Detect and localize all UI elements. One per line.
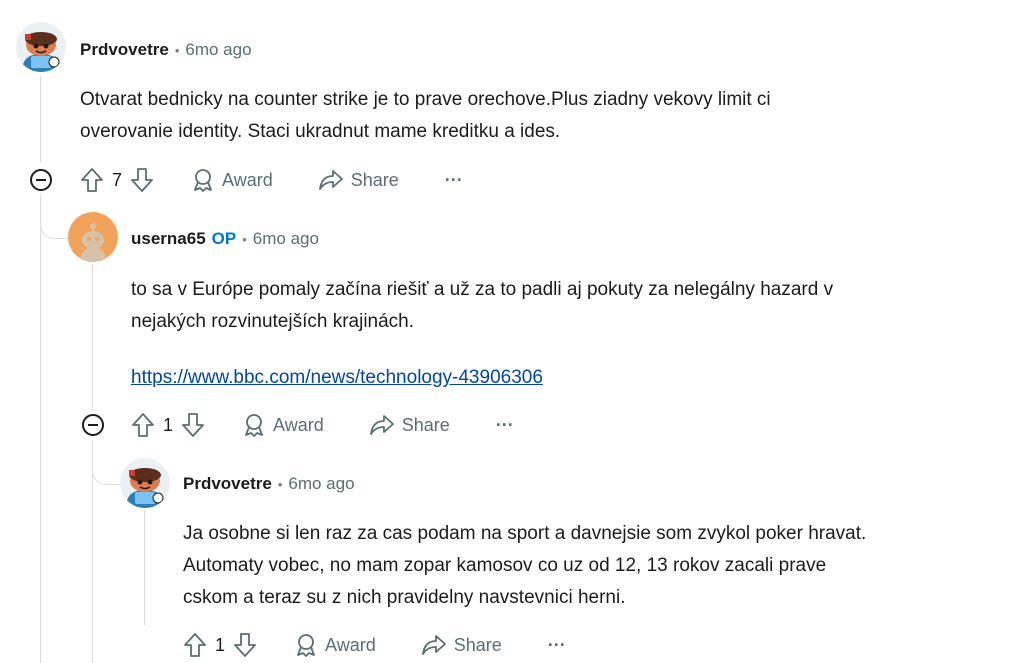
award-label: Award — [222, 169, 273, 190]
vote-count: 1 — [215, 634, 226, 655]
collapse-icon[interactable] — [28, 167, 54, 193]
author-name[interactable]: userna65 — [131, 229, 206, 249]
upvote-icon[interactable] — [183, 632, 207, 658]
comment-meta: Prdvovetre • 6mo ago — [183, 472, 355, 496]
upvote-icon[interactable] — [131, 412, 155, 438]
award-icon — [245, 414, 263, 437]
share-label: Share — [350, 169, 399, 190]
share-button[interactable]: Share — [369, 414, 450, 436]
meta-separator: • — [174, 42, 180, 58]
award-label: Award — [273, 414, 324, 435]
external-link[interactable]: https://www.bbc.com/news/technology-4390… — [131, 367, 543, 388]
more-options-button[interactable]: ··· — [496, 415, 514, 436]
share-icon — [421, 635, 446, 655]
timestamp[interactable]: 6mo ago — [185, 40, 251, 60]
comment-line: cskom a teraz su z nich pravidelny navst… — [183, 587, 626, 608]
thread-line[interactable] — [40, 76, 41, 163]
comment-line: overovanie identity. Staci ukradnut mame… — [80, 121, 561, 142]
award-icon — [194, 169, 212, 192]
thread-line[interactable] — [144, 510, 145, 625]
meta-separator: • — [242, 231, 247, 247]
award-icon — [297, 634, 315, 657]
upvote-icon[interactable] — [80, 167, 104, 193]
timestamp[interactable]: 6mo ago — [288, 474, 354, 494]
comment-body: Otvarat bednicky na counter strike je to… — [80, 84, 960, 148]
comment-meta: userna65 OP • 6mo ago — [131, 227, 319, 251]
thread-line[interactable] — [40, 194, 41, 663]
thread-line[interactable] — [92, 264, 93, 411]
share-button[interactable]: Share — [318, 169, 399, 191]
downvote-icon[interactable] — [181, 412, 205, 438]
award-label: Award — [325, 634, 376, 655]
vote-count: 7 — [112, 169, 123, 190]
author-name[interactable]: Prdvovetre — [183, 474, 272, 494]
comment-line: nejakých rozvinutejších krajinách. — [131, 311, 415, 332]
share-button[interactable]: Share — [421, 634, 502, 656]
comment-meta: Prdvovetre • 6mo ago — [80, 38, 252, 62]
share-label: Share — [401, 414, 450, 435]
comment-line: Otvarat bednicky na counter strike je to… — [80, 89, 771, 110]
author-name[interactable]: Prdvovetre — [80, 40, 169, 60]
comment-actions: 1 Award Share ··· — [131, 410, 514, 440]
comment-actions: 7 Award Share ··· — [80, 165, 463, 195]
share-icon — [318, 170, 343, 190]
comment-line: Automaty vobec, no mam zopar kamosov co … — [183, 555, 827, 576]
award-button[interactable]: Award — [243, 413, 324, 437]
op-badge: OP — [211, 229, 237, 248]
comment-actions: 1 Award Share ··· — [183, 630, 566, 660]
timestamp[interactable]: 6mo ago — [253, 229, 319, 249]
award-button[interactable]: Award — [192, 168, 273, 192]
comment-body: Ja osobne si len raz za cas podam na spo… — [183, 518, 1024, 614]
downvote-icon[interactable] — [233, 632, 257, 658]
share-icon — [369, 415, 394, 435]
award-button[interactable]: Award — [295, 633, 376, 657]
share-label: Share — [453, 634, 502, 655]
snoo-avatar[interactable] — [120, 458, 170, 508]
downvote-icon[interactable] — [130, 167, 154, 193]
comment-line: Ja osobne si len raz za cas podam na spo… — [183, 523, 867, 544]
more-options-button[interactable]: ··· — [548, 635, 566, 656]
comment-line: to sa v Európe pomaly začína riešiť a už… — [131, 279, 834, 300]
thread-elbow — [40, 194, 71, 239]
vote-count: 1 — [163, 414, 174, 435]
snoo-avatar[interactable] — [16, 22, 66, 72]
more-options-button[interactable]: ··· — [445, 170, 463, 191]
comment-body: to sa v Európe pomaly začína riešiť a už… — [131, 274, 1011, 338]
comment-link-paragraph: https://www.bbc.com/news/technology-4390… — [131, 362, 1011, 394]
meta-separator: • — [277, 476, 283, 492]
thread-elbow — [92, 440, 123, 485]
collapse-icon[interactable] — [80, 412, 106, 438]
default-snoo-avatar[interactable] — [68, 212, 118, 262]
